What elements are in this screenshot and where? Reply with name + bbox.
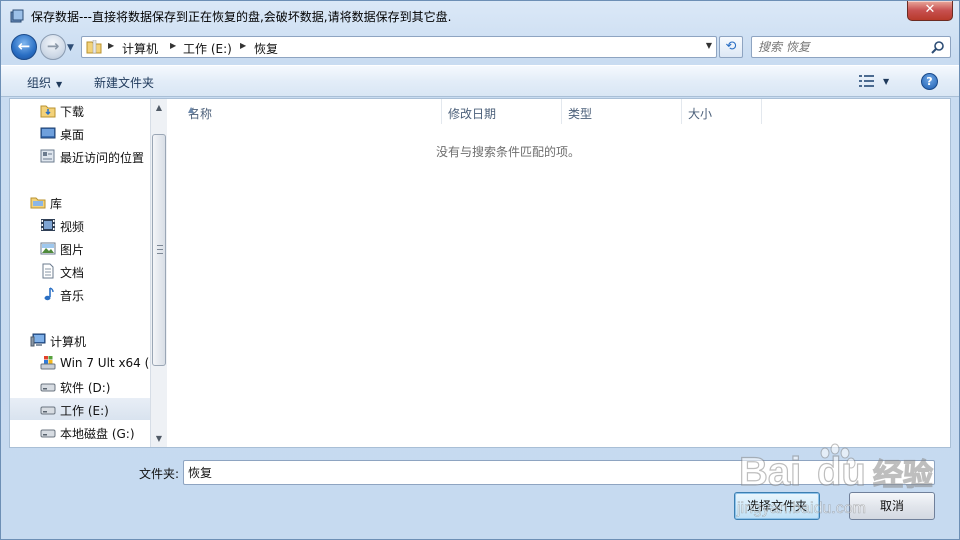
column-header-size[interactable]: 大小 [682, 99, 762, 124]
view-options-icon[interactable] [859, 74, 875, 88]
file-list-pane: 名称 ▲ 修改日期 类型 大小 没有与搜索条件匹配的项。 [168, 99, 950, 447]
search-icon[interactable] [931, 40, 945, 54]
search-input[interactable] [758, 39, 928, 55]
forward-button[interactable]: → [40, 34, 66, 60]
folder-icon [86, 40, 102, 54]
history-dropdown-icon[interactable]: ▼ [67, 43, 77, 53]
sidebar-item-pictures[interactable]: 图片 [10, 237, 150, 259]
title-bar: 保存数据---直接将数据保存到正在恢复的盘,会破坏数据,请将数据保存到其它盘. … [1, 1, 959, 31]
watermark-url: jingyan.baidu.com [736, 500, 866, 517]
navigation-row: ← → ▼ ▶ 计算机 ▶ 工作 (E:) ▶ 恢复 ▼ ⟲ [1, 31, 959, 65]
scroll-up-icon[interactable]: ▲ [151, 99, 167, 116]
drive-icon [40, 406, 56, 415]
download-folder-icon [40, 105, 56, 118]
breadcrumb-drive[interactable]: 工作 (E:) [183, 40, 232, 57]
help-button[interactable]: ? [921, 73, 938, 90]
sidebar-item-label: 软件 (D:) [60, 381, 111, 395]
breadcrumb-computer[interactable]: 计算机 [122, 40, 158, 57]
breadcrumb-folder[interactable]: 恢复 [254, 40, 278, 57]
baidu-watermark-logo: Bai du 经验 jingyan.baidu.com [736, 443, 934, 517]
breadcrumb-separator-icon[interactable]: ▶ [108, 41, 114, 50]
sort-ascending-icon: ▲ [188, 105, 195, 114]
desktop-icon [40, 127, 56, 139]
sidebar-item-label: 计算机 [50, 335, 87, 349]
view-dropdown-icon[interactable]: ▼ [883, 77, 889, 86]
video-icon [41, 219, 55, 231]
organize-label: 组织 [27, 76, 52, 90]
sidebar-item-desktop[interactable]: 桌面 [10, 122, 150, 144]
column-header-date-modified[interactable]: 修改日期 [442, 99, 562, 124]
navigation-pane: 下载 桌面 最近访问的位置 库 视频 图片 文档 音乐 计算机 Win 7 Ul… [10, 99, 150, 447]
sidebar-item-label: 音乐 [60, 289, 85, 303]
sidebar-item-recent-places[interactable]: 最近访问的位置 [10, 145, 150, 167]
sidebar-item-label: 最近访问的位置 [60, 151, 145, 165]
sidebar-item-drive-d[interactable]: 软件 (D:) [10, 375, 150, 397]
sidebar-item-drive-g[interactable]: 本地磁盘 (G:) [10, 421, 150, 443]
organize-button[interactable]: 组织 ▼ [27, 74, 62, 91]
search-box[interactable] [751, 36, 951, 58]
folder-label: 文件夹: [139, 467, 180, 481]
back-button[interactable]: ← [11, 34, 37, 60]
windows-drive-icon [40, 356, 56, 370]
save-dialog-window: 保存数据---直接将数据保存到正在恢复的盘,会破坏数据,请将数据保存到其它盘. … [0, 0, 960, 540]
documents-icon [42, 263, 54, 279]
sidebar-item-documents[interactable]: 文档 [10, 260, 150, 282]
command-bar: 组织 ▼ 新建文件夹 ▼ ? [1, 65, 959, 97]
watermark-brand: Bai [739, 450, 801, 494]
sidebar-item-label: 文档 [60, 266, 85, 280]
sidebar-item-label: 桌面 [60, 128, 85, 142]
library-icon [30, 197, 46, 209]
sidebar-item-label: 库 [50, 197, 63, 211]
scrollbar-thumb[interactable] [152, 134, 166, 366]
refresh-button[interactable]: ⟲ [719, 36, 743, 58]
breadcrumb-separator-icon[interactable]: ▶ [240, 41, 246, 50]
sidebar-item-label: 视频 [60, 220, 85, 234]
sidebar-item-music[interactable]: 音乐 [10, 283, 150, 305]
sidebar-item-computer[interactable]: 计算机 [10, 329, 150, 351]
close-button[interactable]: ✕ [907, 1, 953, 21]
empty-folder-message: 没有与搜索条件匹配的项。 [435, 145, 580, 159]
sidebar-item-label: Win 7 Ult x64 (C:) [60, 356, 150, 370]
new-folder-button[interactable]: 新建文件夹 [94, 74, 154, 91]
breadcrumb-separator-icon[interactable]: ▶ [170, 41, 176, 50]
sidebar-item-drive-c[interactable]: Win 7 Ult x64 (C:) [10, 352, 150, 374]
music-icon [44, 287, 54, 301]
navigation-scrollbar[interactable]: ▲ ▼ [150, 99, 167, 447]
sidebar-item-drive-e[interactable]: 工作 (E:) [10, 398, 150, 420]
column-header-name[interactable]: 名称 ▲ [182, 99, 442, 124]
address-bar[interactable]: ▶ 计算机 ▶ 工作 (E:) ▶ 恢复 ▼ [81, 36, 717, 58]
sidebar-item-libraries[interactable]: 库 [10, 191, 150, 213]
watermark-brand-suffix: du [817, 450, 866, 494]
drive-icon [40, 429, 56, 438]
main-area: 下载 桌面 最近访问的位置 库 视频 图片 文档 音乐 计算机 Win 7 Ul… [9, 98, 951, 448]
chevron-down-icon: ▼ [56, 80, 63, 89]
sidebar-item-downloads[interactable]: 下载 [10, 99, 150, 121]
sidebar-item-label: 本地磁盘 (G:) [60, 427, 135, 441]
grip-icon [157, 245, 163, 254]
window-title: 保存数据---直接将数据保存到正在恢复的盘,会破坏数据,请将数据保存到其它盘. [31, 10, 452, 24]
sidebar-item-label: 工作 (E:) [60, 404, 109, 418]
column-header-type[interactable]: 类型 [562, 99, 682, 124]
recent-places-icon [40, 149, 55, 163]
watermark-sub: 经验 [873, 458, 933, 493]
address-dropdown-icon[interactable]: ▼ [706, 41, 712, 50]
sidebar-item-label: 下载 [60, 105, 85, 119]
app-icon [10, 9, 24, 23]
sidebar-item-videos[interactable]: 视频 [10, 214, 150, 236]
computer-icon [30, 333, 46, 347]
drive-icon [40, 383, 56, 392]
pictures-icon [40, 242, 56, 255]
scroll-down-icon[interactable]: ▼ [151, 430, 167, 447]
sidebar-item-label: 图片 [60, 243, 85, 257]
